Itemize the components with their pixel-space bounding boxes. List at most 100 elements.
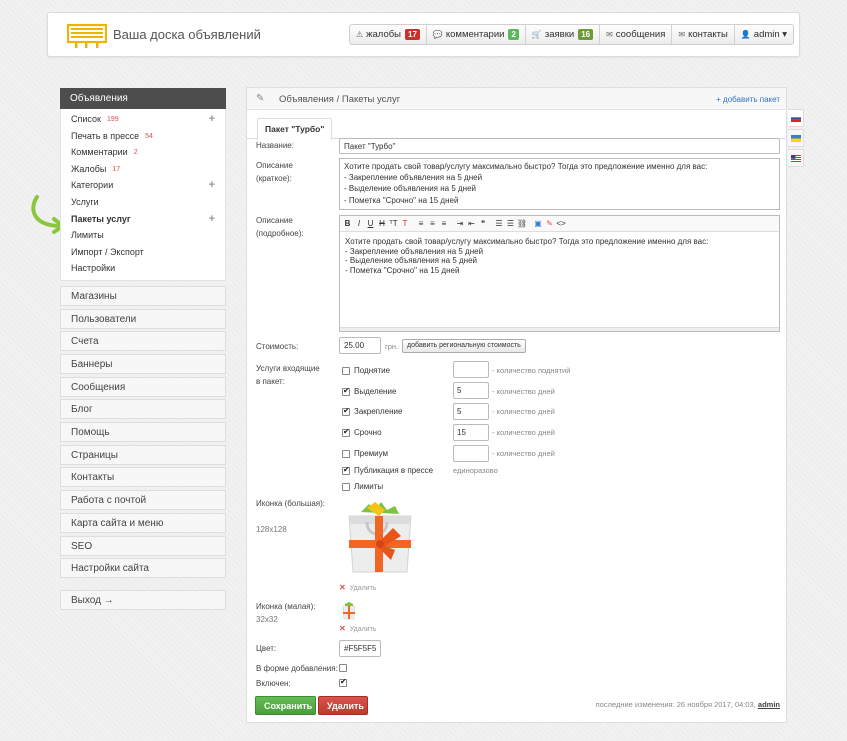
comments-link[interactable]: 💬 комментарии 2	[427, 25, 526, 44]
color-input[interactable]: #F5F5F5	[339, 640, 381, 657]
price-input[interactable]: 25.00	[339, 337, 381, 354]
service-input-pin[interactable]: 5	[453, 403, 489, 420]
sidebar-section-messages[interactable]: Сообщения	[60, 376, 226, 397]
sidebar-item-services[interactable]: Услуги	[61, 194, 225, 211]
ru-flag-icon	[790, 114, 801, 122]
complaints-link[interactable]: ⚠ жалобы 17	[350, 25, 427, 44]
sidebar-section-accounts[interactable]: Счета	[60, 331, 226, 352]
color-label: Цвет:	[256, 644, 277, 653]
indent-icon[interactable]: ⇥	[455, 218, 466, 230]
panel-header: ✎ Объявления / Пакеты услуг + добавить п…	[247, 88, 786, 110]
service-checkbox-limits[interactable]	[342, 483, 350, 491]
strikethrough-icon[interactable]: H	[377, 218, 388, 230]
editor-resize-handle[interactable]	[340, 327, 779, 331]
comment-icon: 💬	[432, 30, 443, 39]
service-label-press: Публикация в прессе	[354, 466, 434, 475]
eraser-icon[interactable]: ✎	[544, 218, 555, 230]
service-input-urgent[interactable]: 15	[453, 424, 489, 441]
sidebar-item-complaints[interactable]: Жалобы 17	[61, 161, 225, 178]
short-desc-textarea[interactable]: Хотите продать свой товар/услугу максима…	[339, 158, 780, 210]
rich-text-editor[interactable]: B I U H ᵀT T ≡ ≡ ≡ ⇥ ⇤ ❝ ☰ ☰ ⛓ ▣ ✎ <> Хо…	[339, 215, 780, 332]
delete-small-icon-link[interactable]: ✕ Удалить	[339, 624, 376, 633]
bold-icon[interactable]: B	[342, 218, 353, 230]
service-checkbox-urgent[interactable]	[342, 427, 350, 437]
sidebar-section-contacts[interactable]: Контакты	[60, 467, 226, 488]
delete-big-icon-link[interactable]: ✕ Удалить	[339, 583, 376, 592]
service-checkbox-pin[interactable]	[342, 406, 350, 416]
full-desc-label: Описание (подробное):	[256, 216, 304, 238]
service-input-raise[interactable]	[453, 361, 489, 378]
name-input[interactable]: Пакет "Турбо"	[339, 138, 780, 154]
sidebar-section-users[interactable]: Пользователи	[60, 308, 226, 329]
sidebar-item-settings[interactable]: Настройки	[61, 260, 225, 277]
italic-icon[interactable]: I	[354, 218, 365, 230]
service-checkbox-press[interactable]	[342, 465, 350, 475]
sidebar-section-blog[interactable]: Блог	[60, 399, 226, 420]
font-size-icon[interactable]: ᵀT	[388, 218, 399, 230]
service-checkbox-raise[interactable]	[342, 367, 350, 375]
align-right-icon[interactable]: ≡	[439, 218, 450, 230]
service-hint-raise: - количество поднятий	[492, 366, 571, 375]
price-label: Стоимость:	[256, 342, 299, 351]
in-form-checkbox[interactable]	[339, 664, 347, 672]
service-label-limits: Лимиты	[354, 482, 384, 491]
enabled-checkbox[interactable]	[339, 677, 347, 687]
user-icon: 👤	[740, 30, 751, 39]
last-changes-user-link[interactable]: admin	[758, 700, 780, 709]
link-icon[interactable]: ⛓	[517, 218, 528, 230]
sidebar-section-banners[interactable]: Баннеры	[60, 354, 226, 374]
lang-ru[interactable]	[788, 109, 804, 127]
code-icon[interactable]: <>	[556, 218, 567, 230]
service-checkbox-highlight[interactable]	[342, 386, 350, 396]
align-left-icon[interactable]: ≡	[416, 218, 427, 230]
save-button[interactable]: Сохранить	[255, 696, 316, 715]
sidebar-section-site-settings[interactable]: Настройки сайта	[60, 558, 226, 579]
orders-link[interactable]: 🛒 заявки 16	[526, 25, 601, 44]
sidebar: Объявления Список 199 + Печать в прессе 54 …	[60, 88, 226, 611]
delete-button[interactable]: Удалить	[318, 696, 368, 715]
outdent-icon[interactable]: ⇤	[466, 218, 477, 230]
sidebar-section-sitemap[interactable]: Карта сайта и меню	[60, 512, 226, 533]
sidebar-section-seo[interactable]: SEO	[60, 535, 226, 556]
service-hint-pin: - количество дней	[492, 407, 555, 416]
plus-icon[interactable]: +	[209, 111, 215, 128]
sidebar-head-ads[interactable]: Объявления	[60, 88, 226, 109]
plus-icon[interactable]: +	[209, 211, 215, 228]
bullet-list-icon[interactable]: ☰	[505, 218, 516, 230]
sidebar-section-pages[interactable]: Страницы	[60, 444, 226, 465]
sidebar-item-comments[interactable]: Комментарии 2	[61, 144, 225, 161]
site-title[interactable]: Ваша доска объявлений	[113, 27, 261, 42]
sidebar-item-import-export[interactable]: Импорт / Экспорт	[61, 244, 225, 261]
text-color-icon[interactable]: T	[400, 218, 411, 230]
plus-icon[interactable]: +	[209, 177, 215, 194]
sidebar-section-shops[interactable]: Магазины	[60, 285, 226, 306]
sidebar-item-limits[interactable]: Лимиты	[61, 227, 225, 244]
align-center-icon[interactable]: ≡	[427, 218, 438, 230]
numbered-list-icon[interactable]: ☰	[494, 218, 505, 230]
user-menu[interactable]: 👤 admin ▾	[735, 25, 793, 44]
sidebar-item-press[interactable]: Печать в прессе 54	[61, 128, 225, 145]
add-package-link[interactable]: + добавить пакет	[716, 95, 780, 104]
editor-body[interactable]: Хотите продать свой товар/услугу максима…	[340, 232, 779, 280]
icon-small-label: Иконка (малая): 32x32	[256, 602, 316, 624]
add-regional-price-button[interactable]: добавить региональную стоимость	[402, 339, 526, 353]
sidebar-section-help[interactable]: Помощь	[60, 422, 226, 443]
service-checkbox-premium[interactable]	[342, 450, 350, 458]
sidebar-item-categories[interactable]: Категории +	[61, 177, 225, 194]
service-input-premium[interactable]	[453, 445, 489, 462]
underline-icon[interactable]: U	[365, 218, 376, 230]
image-icon[interactable]: ▣	[533, 218, 544, 230]
logout-button[interactable]: Выход →	[60, 590, 226, 611]
contacts-link[interactable]: ✉ контакты	[672, 25, 735, 44]
tab-package-turbo[interactable]: Пакет "Турбо"	[257, 118, 333, 140]
sidebar-item-list[interactable]: Список 199 +	[61, 111, 225, 128]
sidebar-section-mail[interactable]: Работа с почтой	[60, 490, 226, 511]
quote-icon[interactable]: ❝	[478, 218, 489, 230]
logo-icon[interactable]	[67, 22, 107, 48]
lang-en[interactable]	[788, 149, 804, 167]
messages-link[interactable]: ✉ сообщения	[600, 25, 673, 44]
lang-ua[interactable]	[788, 129, 804, 147]
service-input-highlight[interactable]: 5	[453, 382, 489, 399]
sidebar-item-packages[interactable]: Пакеты услуг +	[61, 211, 225, 228]
sidebar-submenu: Список 199 + Печать в прессе 54 Комментарии…	[60, 109, 226, 281]
